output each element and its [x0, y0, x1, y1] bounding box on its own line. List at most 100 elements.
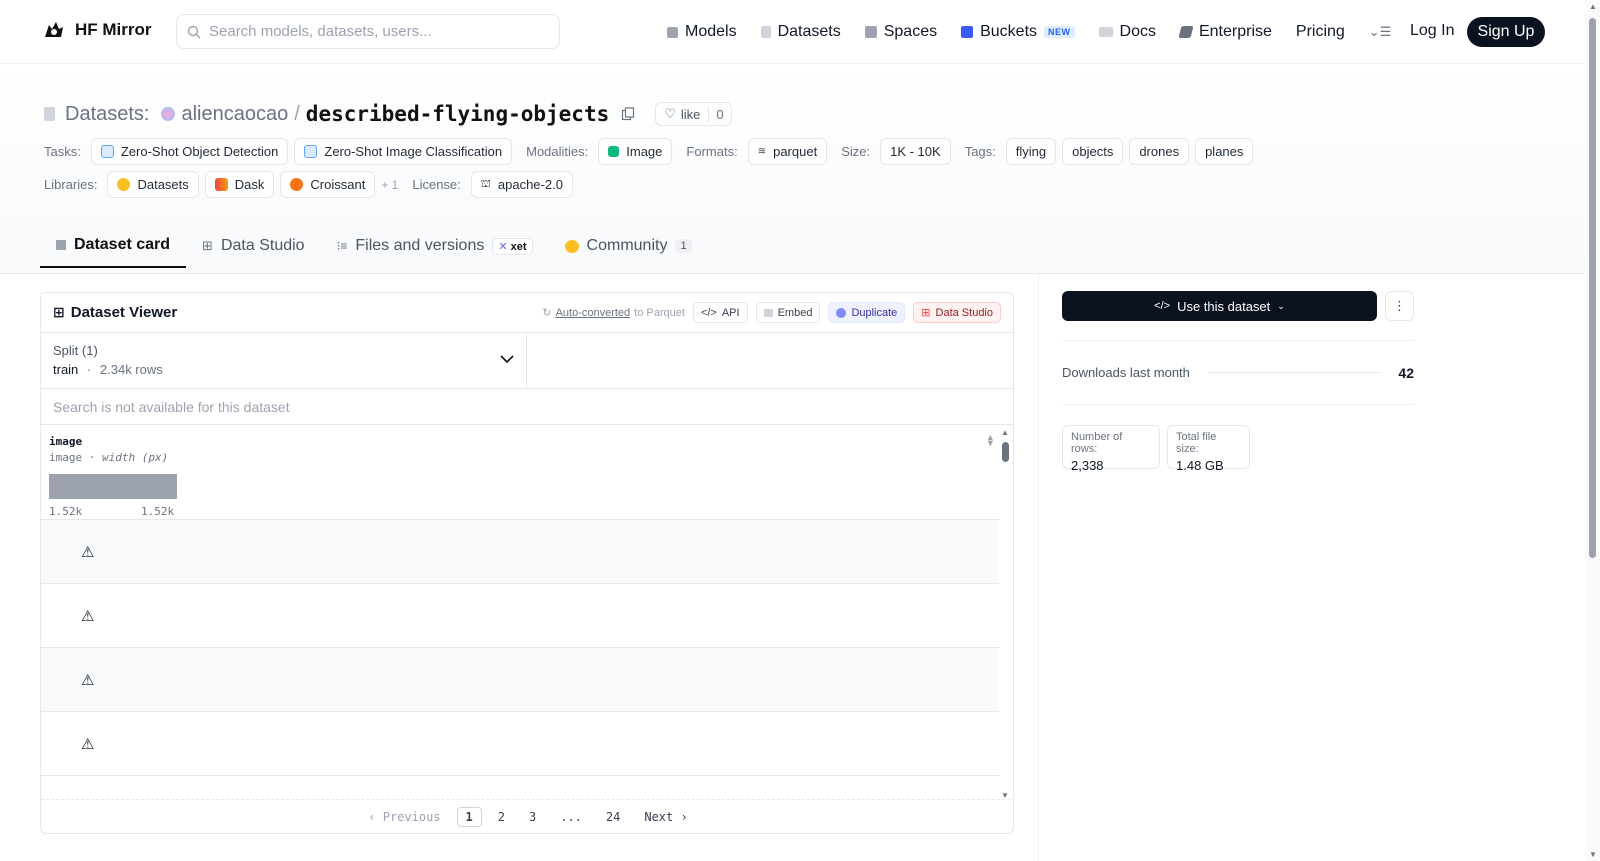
scroll-up-icon[interactable]: ▲	[1589, 2, 1597, 11]
dataset-name[interactable]: described-flying-objects	[306, 102, 609, 126]
scroll-down-icon[interactable]: ▼	[1589, 850, 1597, 859]
nav-spaces[interactable]: Spaces	[864, 23, 938, 41]
split-separator: ·	[86, 362, 92, 377]
login-link[interactable]: Log In	[1410, 22, 1454, 40]
nav-pricing[interactable]: Pricing	[1296, 23, 1345, 41]
page-scroll-thumb[interactable]	[1589, 18, 1596, 558]
warning-icon: ⚠	[81, 735, 95, 753]
filesize-label: Total file size:	[1176, 431, 1217, 455]
split-row: Split (1) train · 2.34k rows	[41, 333, 1013, 389]
nav-buckets-label: Buckets	[980, 23, 1038, 40]
use-this-dataset-button[interactable]: </> Use this dataset ⌄	[1062, 291, 1377, 321]
cube-icon	[56, 240, 66, 250]
page-button[interactable]: 1	[456, 806, 482, 827]
split-value: train · 2.34k rows	[53, 362, 514, 377]
formats-label: Formats:	[686, 144, 738, 159]
duplicate-icon	[836, 307, 847, 318]
tag-label: planes	[1205, 144, 1244, 159]
table-row[interactable]: ⚠	[41, 712, 999, 776]
tag-chip[interactable]: planes	[1195, 138, 1254, 165]
modalities-label: Modalities:	[526, 144, 589, 159]
tag-chip[interactable]: flying	[1005, 138, 1057, 165]
auto-converted-link[interactable]: Auto-converted	[556, 307, 631, 319]
page-button[interactable]: 3	[521, 808, 544, 826]
embed-button[interactable]: Embed	[755, 302, 821, 323]
table-row[interactable]: ⚠	[41, 648, 999, 712]
page-button[interactable]: 2	[490, 808, 513, 826]
chevron-down-icon	[500, 355, 514, 364]
previous-page-button[interactable]: ‹ Previous	[360, 808, 448, 826]
nav-enterprise[interactable]: Enterprise	[1178, 23, 1272, 41]
like-count: 0	[708, 106, 730, 122]
tasks-label: Tasks:	[44, 144, 81, 159]
table-row[interactable]: ⚠	[41, 584, 999, 648]
dataset-header: Datasets: aliencaocao / described-flying…	[0, 64, 1585, 274]
owner-link[interactable]: aliencaocao	[181, 103, 288, 126]
tab-data-studio[interactable]: ⊞ Data Studio	[186, 224, 321, 268]
viewer-header: ⊞ Dataset Viewer ↻ Auto-converted to Par…	[41, 293, 1013, 333]
new-badge: NEW	[1044, 26, 1075, 38]
nav-datasets[interactable]: Datasets	[760, 23, 841, 41]
size-label: Size:	[841, 144, 871, 159]
library-chip-dask[interactable]: Dask	[204, 171, 275, 198]
tab-files-and-versions[interactable]: ⁝≡ Files and versions ✕ xet	[321, 224, 549, 268]
modality-chip-image[interactable]: Image	[598, 138, 673, 165]
nav-docs[interactable]: Docs	[1098, 23, 1156, 41]
next-label: Next	[644, 809, 674, 824]
search-input[interactable]: Search models, datasets, users...	[176, 14, 560, 49]
column-header-image[interactable]: image image · width (px) 1.52k 1.52k ▲ ▼	[41, 425, 999, 520]
size-chip[interactable]: 1K - 10K	[880, 138, 951, 165]
scroll-thumb[interactable]	[1002, 442, 1009, 462]
api-button[interactable]: </> API	[692, 302, 748, 323]
data-studio-button[interactable]: ⊞ Data Studio	[913, 302, 1001, 323]
tags-label: Tags:	[964, 144, 996, 159]
histogram-min: 1.52k	[49, 505, 83, 518]
brand-name: HF Mirror	[75, 20, 152, 39]
database-icon	[760, 26, 771, 38]
viewer-title: ⊞ Dataset Viewer	[53, 304, 177, 321]
rows-label: Number of rows:	[1071, 431, 1123, 455]
dataset-tabs: Dataset card ⊞ Data Studio ⁝≡ Files and …	[40, 224, 708, 268]
task-chip-image-classification[interactable]: Zero-Shot Image Classification	[294, 138, 513, 165]
owner-avatar-icon	[161, 107, 176, 121]
nav-models[interactable]: Models	[667, 23, 737, 41]
tag-chip[interactable]: drones	[1129, 138, 1190, 165]
viewer-actions: ↻ Auto-converted to Parquet </> API Embe…	[542, 302, 1001, 323]
format-label: parquet	[773, 144, 818, 159]
more-options-icon[interactable]: ⋮	[1385, 291, 1414, 321]
brand-logo[interactable]: HF Mirror	[42, 19, 152, 41]
library-chip-datasets[interactable]: Datasets	[107, 171, 199, 198]
tag-label: objects	[1072, 144, 1114, 159]
split-name: train	[53, 362, 79, 377]
chevron-down-icon: ⌄	[1277, 300, 1285, 311]
filesize-stat: Total file size: 1.48 GB	[1167, 425, 1250, 473]
split-select[interactable]: Split (1) train · 2.34k rows	[41, 333, 527, 388]
pagination: ‹ Previous 1 2 3 ... 24 Next ›	[41, 799, 1013, 833]
more-libraries[interactable]: + 1	[381, 178, 398, 192]
tag-chip[interactable]: objects	[1062, 138, 1124, 165]
nav-buckets[interactable]: Buckets NEW	[961, 23, 1075, 41]
viewer-scrollbar[interactable]: ▲ ▼	[999, 428, 1011, 800]
copy-icon[interactable]	[621, 107, 635, 121]
page-button[interactable]: 24	[598, 808, 628, 826]
table-row[interactable]: ⚠	[41, 520, 999, 584]
library-chip-croissant[interactable]: Croissant	[280, 171, 376, 198]
signup-button[interactable]: Sign Up	[1467, 17, 1545, 47]
histogram-max: 1.52k	[141, 505, 175, 518]
sort-icon[interactable]: ▲ ▼	[988, 434, 993, 449]
like-button[interactable]: ♡ like 0	[655, 102, 732, 126]
task-chip-object-detection[interactable]: Zero-Shot Object Detection	[90, 138, 289, 165]
more-menu-icon[interactable]: ⌄☰	[1369, 24, 1392, 40]
scroll-up-icon[interactable]: ▲	[1001, 428, 1009, 437]
bucket-icon	[961, 26, 974, 38]
histogram-bar[interactable]	[49, 474, 177, 499]
column-stat: width (px)	[102, 451, 169, 464]
license-chip[interactable]: ⛫ apache-2.0	[470, 171, 573, 198]
tab-dataset-card[interactable]: Dataset card	[40, 224, 187, 268]
nav-spaces-label: Spaces	[883, 23, 938, 40]
next-page-button[interactable]: Next ›	[636, 808, 695, 826]
page-scrollbar[interactable]: ▲ ▼	[1585, 0, 1600, 861]
duplicate-button[interactable]: Duplicate	[828, 302, 906, 323]
tab-community[interactable]: Community 1	[549, 224, 708, 268]
format-chip-parquet[interactable]: ≋ parquet	[747, 138, 828, 165]
